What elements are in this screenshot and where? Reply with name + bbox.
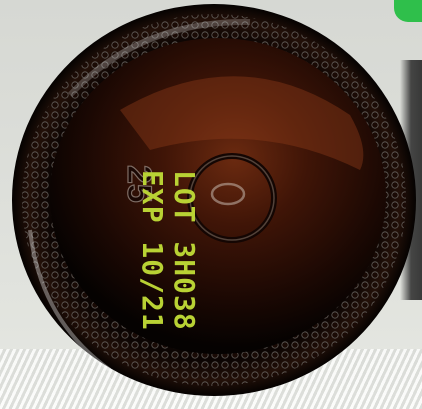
photo-scene: 25 LOT 3H038 EXP 10/21 — [0, 0, 422, 409]
lot-exp-imprint: LOT 3H038 EXP 10/21 — [136, 170, 201, 331]
expiry-date-text: EXP 10/21 — [136, 170, 169, 331]
lot-number-text: LOT 3H038 — [168, 170, 201, 331]
amber-bottle-bottom: 25 LOT 3H038 EXP 10/21 — [12, 4, 416, 396]
